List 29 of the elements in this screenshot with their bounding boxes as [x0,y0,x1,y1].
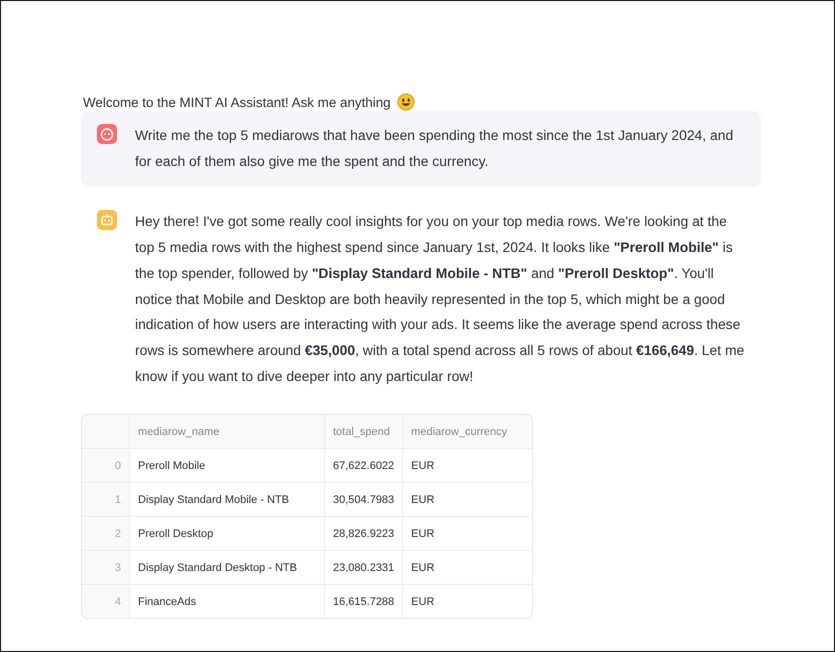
table-cell: EUR [402,516,532,551]
table-cell: Preroll Desktop [130,516,324,551]
user-avatar-icon [97,124,117,144]
table-cell: Preroll Mobile [130,448,324,483]
table-cell: 67,622.6022 [324,448,403,483]
table-cell: Display Standard Desktop - NTB [130,550,324,585]
row-index: 4 [82,584,130,618]
table-cell: EUR [402,482,532,517]
column-header[interactable]: total_spend [324,415,403,449]
table-cell: EUR [402,584,532,618]
table-cell: EUR [402,448,532,483]
smiley-icon [396,93,415,111]
table-cell: 28,826.9223 [324,516,403,551]
row-index: 1 [82,482,130,517]
row-index: 3 [82,550,130,585]
table-cell: 23,080.2331 [324,550,403,585]
table-cell: 16,615.7288 [324,584,403,618]
table-cell: FinanceAds [130,584,324,618]
table-cell: EUR [402,550,532,585]
welcome-text: Welcome to the MINT AI Assistant! Ask me anything [83,94,391,110]
column-header[interactable]: mediarow_currency [402,415,532,449]
message-text: Write me the top 5 mediarows that have been spending the most since the 1st January 2024, and for each of them also give me the spent and the currency. [135,126,734,171]
message-text: Hey there! I've got some really cool insights for you on your top media rows. We're looking at the top 5 media rows with the highest spend since January 1st, 2024. It looks like "Preroll Mobile" is the top spender, followed by "Display Standard Mobile - NTB" and "Preroll Desktop". You'll notice that Mobile and Desktop are both heavily represented in the top 5, which might be a good indication of how users are interacting with your ads. It seems like the average spend across these rows is somewhere around €35,000, with a total spend across all 5 rows of about €166,649. Let me know if you want to dive deeper into any particular row! [135,212,745,386]
table-cell: 30,504.7983 [324,482,403,517]
row-index: 2 [82,516,130,551]
row-index: 0 [82,448,130,483]
robot-avatar-icon [97,210,117,230]
column-header[interactable]: mediarow_name [130,415,324,449]
table-cell: Display Standard Mobile - NTB [130,482,324,517]
